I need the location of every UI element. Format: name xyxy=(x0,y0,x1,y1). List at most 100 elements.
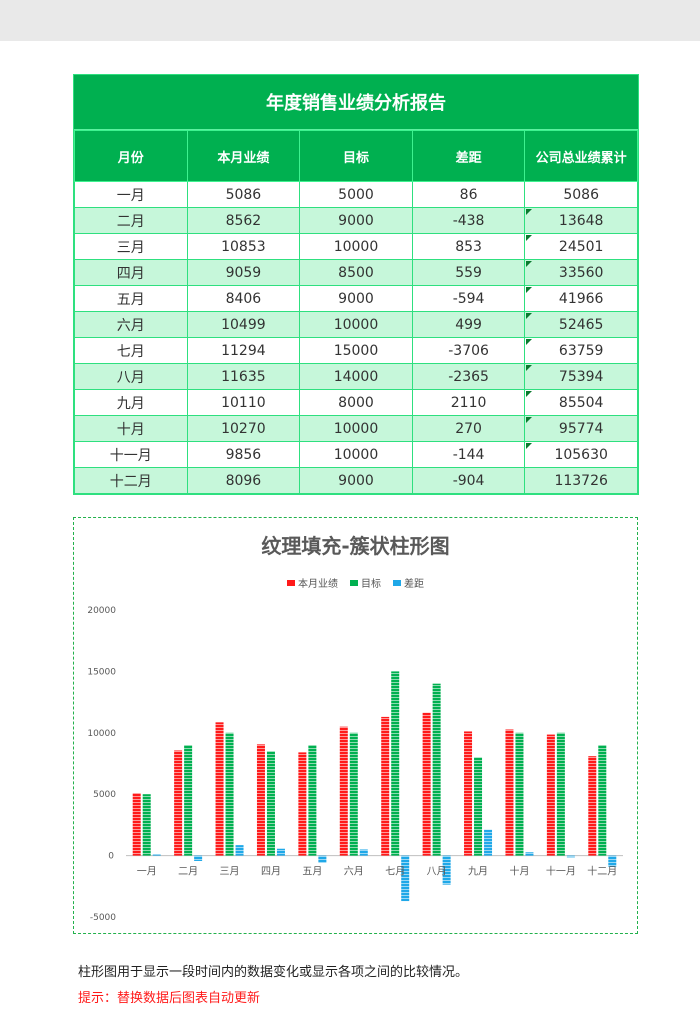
cell-gap[interactable]: 559 xyxy=(411,259,526,286)
table-row: 十二月 8096 9000 -904 113726 xyxy=(74,467,638,494)
cell-value: 11294 xyxy=(221,342,266,359)
cell-cumulative[interactable]: 13648 xyxy=(524,207,638,234)
formula-warning-indicator xyxy=(526,287,533,293)
cell-month[interactable]: 五月 xyxy=(74,285,188,312)
cell-value: 559 xyxy=(455,264,482,281)
cell-value: 三月 xyxy=(116,239,145,256)
cell-gap[interactable]: 853 xyxy=(411,233,526,260)
cell-month[interactable]: 三月 xyxy=(74,233,188,260)
cell-target[interactable]: 9000 xyxy=(299,285,413,312)
cell-target[interactable]: 10000 xyxy=(299,441,413,468)
cell-monthly-sales[interactable]: 5086 xyxy=(186,181,301,208)
bar-target xyxy=(266,751,275,856)
y-tick-label: 15000 xyxy=(87,667,116,677)
col-header-monthly-sales: 本月业绩 xyxy=(186,130,301,182)
cell-month[interactable]: 六月 xyxy=(74,311,188,338)
x-tick-label: 五月 xyxy=(302,866,322,878)
cell-target[interactable]: 15000 xyxy=(299,337,413,364)
cell-cumulative[interactable]: 41966 xyxy=(524,285,638,312)
cell-value: -904 xyxy=(452,472,485,489)
col-header-cumulative: 公司总业绩累计 xyxy=(524,130,638,182)
cell-cumulative[interactable]: 85504 xyxy=(524,389,638,416)
sales-report-table: 年度销售业绩分析报告 月份 本月业绩 目标 差距 公司总业绩累计 一月 5086 5… xyxy=(73,74,639,495)
cell-target[interactable]: 14000 xyxy=(299,363,413,390)
cell-month[interactable]: 七月 xyxy=(74,337,188,364)
cell-gap[interactable]: -3706 xyxy=(411,337,526,364)
cell-monthly-sales[interactable]: 11294 xyxy=(186,337,301,364)
cell-gap[interactable]: 86 xyxy=(411,181,526,208)
bar-gap xyxy=(401,855,410,902)
cell-monthly-sales[interactable]: 9059 xyxy=(186,259,301,286)
cell-month[interactable]: 一月 xyxy=(74,181,188,208)
cell-cumulative[interactable]: 5086 xyxy=(524,181,638,208)
cell-monthly-sales[interactable]: 10110 xyxy=(186,389,301,416)
cell-monthly-sales[interactable]: 10853 xyxy=(186,233,301,260)
update-tip: 提示：替换数据后图表自动更新 xyxy=(78,991,261,1006)
cell-gap[interactable]: -594 xyxy=(411,285,526,312)
formula-warning-indicator xyxy=(526,261,533,267)
cell-gap[interactable]: -2365 xyxy=(411,363,526,390)
bar-target xyxy=(598,745,607,856)
bar-gap xyxy=(194,855,203,861)
cell-month[interactable]: 十月 xyxy=(74,415,188,442)
cell-month[interactable]: 十二月 xyxy=(74,467,188,494)
cell-month[interactable]: 十一月 xyxy=(74,441,188,468)
cell-value: 六月 xyxy=(116,317,145,334)
cell-cumulative[interactable]: 95774 xyxy=(524,415,638,442)
bar-gap xyxy=(608,855,617,867)
cell-cumulative[interactable]: 33560 xyxy=(524,259,638,286)
cell-target[interactable]: 10000 xyxy=(299,415,413,442)
cell-monthly-sales[interactable]: 11635 xyxy=(186,363,301,390)
cell-value: 10110 xyxy=(221,394,266,411)
cell-value: 499 xyxy=(455,316,482,333)
cell-gap[interactable]: -438 xyxy=(411,207,526,234)
y-tick-label: -5000 xyxy=(90,913,116,923)
table-row: 七月 11294 15000 -3706 63759 xyxy=(74,337,638,364)
bar-monthly-sales xyxy=(381,716,390,856)
cell-month[interactable]: 八月 xyxy=(74,363,188,390)
cell-monthly-sales[interactable]: 8096 xyxy=(186,467,301,494)
cell-target[interactable]: 10000 xyxy=(299,233,413,260)
cell-monthly-sales[interactable]: 10499 xyxy=(186,311,301,338)
cell-target[interactable]: 9000 xyxy=(299,467,413,494)
cell-gap[interactable]: 499 xyxy=(411,311,526,338)
cell-gap[interactable]: -904 xyxy=(411,467,526,494)
cell-value: 113726 xyxy=(554,472,608,489)
cell-cumulative[interactable]: 52465 xyxy=(524,311,638,338)
table-row: 十一月 9856 10000 -144 105630 xyxy=(74,441,638,468)
bar-target xyxy=(225,732,234,856)
cell-monthly-sales[interactable]: 8562 xyxy=(186,207,301,234)
cell-monthly-sales[interactable]: 10270 xyxy=(186,415,301,442)
cell-target[interactable]: 10000 xyxy=(299,311,413,338)
formula-warning-indicator xyxy=(526,417,533,423)
cell-gap[interactable]: 270 xyxy=(411,415,526,442)
cell-value: 七月 xyxy=(116,343,145,360)
cell-value: -2365 xyxy=(448,368,489,385)
cell-target[interactable]: 8500 xyxy=(299,259,413,286)
cell-value: 10499 xyxy=(221,316,266,333)
formula-warning-indicator xyxy=(526,313,533,319)
cell-month[interactable]: 九月 xyxy=(74,389,188,416)
cell-cumulative[interactable]: 113726 xyxy=(524,467,638,494)
cell-cumulative[interactable]: 75394 xyxy=(524,363,638,390)
bar-target xyxy=(515,732,524,856)
cell-month[interactable]: 四月 xyxy=(74,259,188,286)
cell-value: 10853 xyxy=(221,238,266,255)
table-row: 四月 9059 8500 559 33560 xyxy=(74,259,638,286)
cell-gap[interactable]: -144 xyxy=(411,441,526,468)
cell-monthly-sales[interactable]: 9856 xyxy=(186,441,301,468)
cell-cumulative[interactable]: 63759 xyxy=(524,337,638,364)
cell-target[interactable]: 9000 xyxy=(299,207,413,234)
cell-target[interactable]: 8000 xyxy=(299,389,413,416)
cell-cumulative[interactable]: 24501 xyxy=(524,233,638,260)
cell-gap[interactable]: 2110 xyxy=(411,389,526,416)
chart-plot: 20000 15000 10000 5000 0 -5000 一月 二月 三月 四月 五月 六月 七月 八… xyxy=(87,606,623,923)
cell-value: 四月 xyxy=(116,265,145,282)
cell-monthly-sales[interactable]: 8406 xyxy=(186,285,301,312)
cell-target[interactable]: 5000 xyxy=(299,181,413,208)
chart-description: 柱形图用于显示一段时间内的数据变化或显示各项之间的比较情况。 xyxy=(78,965,469,980)
cell-value: 52465 xyxy=(558,316,604,333)
cell-month[interactable]: 二月 xyxy=(74,207,188,234)
cell-cumulative[interactable]: 105630 xyxy=(524,441,638,468)
cell-value: 九月 xyxy=(116,395,145,412)
